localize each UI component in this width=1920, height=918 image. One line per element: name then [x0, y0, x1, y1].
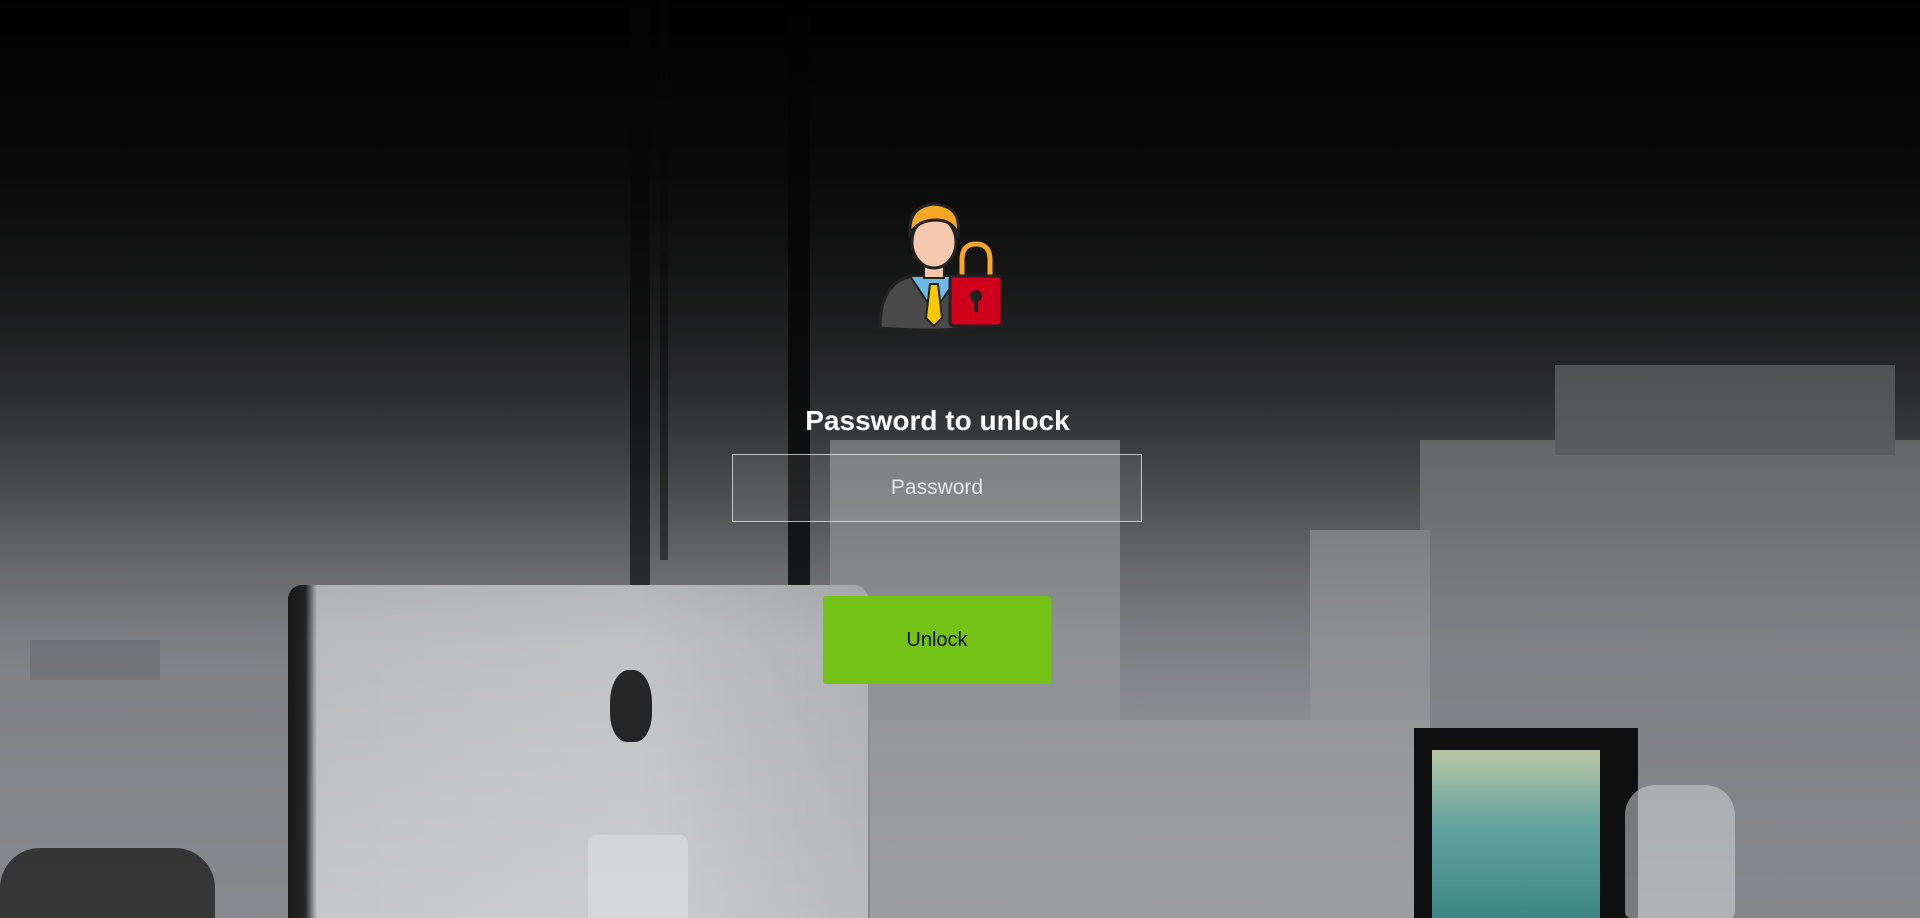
page-title: Password to unlock — [805, 405, 1070, 436]
password-input[interactable] — [732, 454, 1142, 522]
user-lock-icon — [872, 200, 1004, 335]
unlock-button[interactable]: Unlock — [823, 596, 1051, 684]
lock-screen-panel: Password to unlock Unlock — [0, 0, 1920, 918]
